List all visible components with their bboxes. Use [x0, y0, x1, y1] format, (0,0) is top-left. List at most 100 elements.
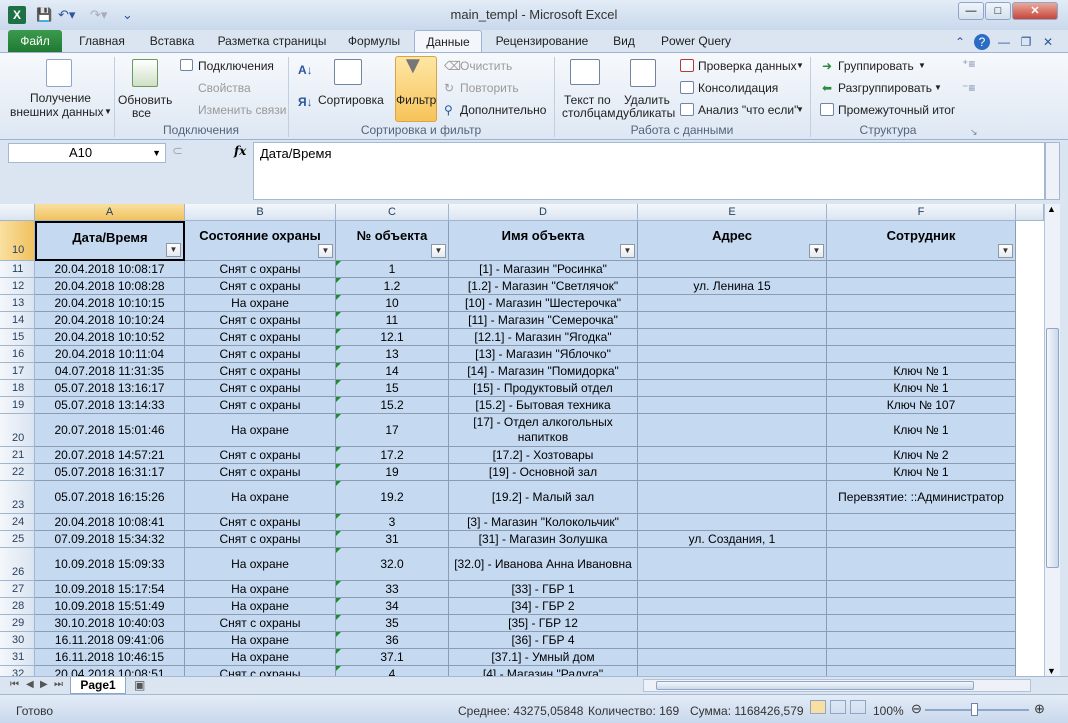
cell-object-no[interactable]: 14	[336, 363, 449, 380]
cell-status[interactable]: На охране	[185, 598, 336, 615]
cell-employee[interactable]	[827, 312, 1016, 329]
cell-status[interactable]: Снят с охраны	[185, 447, 336, 464]
row-header[interactable]: 16	[0, 346, 35, 363]
cell-object-no[interactable]: 3	[336, 514, 449, 531]
cell-object-no[interactable]: 37.1	[336, 649, 449, 666]
cell-address[interactable]	[638, 346, 827, 363]
cell-object-no[interactable]: 11	[336, 312, 449, 329]
cell-object-name[interactable]: [12.1] - Магазин "Ягодка"	[449, 329, 638, 346]
cell-object-name[interactable]: [19] - Основной зал	[449, 464, 638, 481]
cell-datetime[interactable]: 10.09.2018 15:09:33	[35, 548, 185, 581]
cell-object-no[interactable]: 13	[336, 346, 449, 363]
cell-object-no[interactable]: 17.2	[336, 447, 449, 464]
cell-status[interactable]: Снят с охраны	[185, 363, 336, 380]
cell-address[interactable]	[638, 261, 827, 278]
cell-object-name[interactable]: [1.2] - Магазин "Светлячок"	[449, 278, 638, 295]
scroll-down-icon[interactable]: ▼	[1047, 666, 1056, 676]
cell-object-name[interactable]: [13] - Магазин "Яблочко"	[449, 346, 638, 363]
row-header[interactable]: 11	[0, 261, 35, 278]
cell-object-no[interactable]: 12.1	[336, 329, 449, 346]
tab-page-layout[interactable]: Разметка страницы	[210, 30, 334, 52]
cell-object-no[interactable]: 15	[336, 380, 449, 397]
cell-status[interactable]: Снят с охраны	[185, 464, 336, 481]
cell-datetime[interactable]: 20.04.2018 10:10:15	[35, 295, 185, 312]
reapply-button[interactable]: Повторить	[460, 81, 519, 95]
cell-address[interactable]: ул. Ленина 15	[638, 278, 827, 295]
cell-employee[interactable]	[827, 649, 1016, 666]
cell-employee[interactable]	[827, 581, 1016, 598]
zoom-level[interactable]: 100%	[873, 704, 904, 718]
advanced-filter-button[interactable]: Дополнительно	[460, 103, 546, 117]
show-detail-icon[interactable]: ⁺≡	[962, 57, 975, 71]
horizontal-scroll-thumb[interactable]	[656, 681, 974, 690]
page-layout-view-icon[interactable]	[830, 700, 846, 714]
cell-datetime[interactable]: 20.04.2018 10:11:04	[35, 346, 185, 363]
cell-object-name[interactable]: [14] - Магазин "Помидорка"	[449, 363, 638, 380]
cell-datetime[interactable]: 20.04.2018 10:08:51	[35, 666, 185, 676]
cell-object-no[interactable]: 1.2	[336, 278, 449, 295]
cell-address[interactable]	[638, 514, 827, 531]
cell-datetime[interactable]: 20.04.2018 10:10:52	[35, 329, 185, 346]
header-cell-employee[interactable]: Сотрудник ▼	[827, 221, 1016, 261]
row-header[interactable]: 13	[0, 295, 35, 312]
row-header-10[interactable]: 10	[0, 221, 35, 261]
row-header[interactable]: 17	[0, 363, 35, 380]
cell-status[interactable]: Снят с охраны	[185, 312, 336, 329]
what-if-button[interactable]: Анализ "что если"	[698, 103, 798, 117]
column-header-a[interactable]: A	[35, 204, 185, 221]
header-cell-object-name[interactable]: Имя объекта ▼	[449, 221, 638, 261]
cell-object-name[interactable]: [32.0] - Иванова Анна Ивановна	[449, 548, 638, 581]
cell-object-name[interactable]: [1] - Магазин "Росинка"	[449, 261, 638, 278]
column-header-g[interactable]	[1016, 204, 1044, 221]
cell-object-name[interactable]: [35] - ГБР 12	[449, 615, 638, 632]
cell-employee[interactable]: Ключ № 107	[827, 397, 1016, 414]
column-header-b[interactable]: B	[185, 204, 336, 221]
zoom-in-icon[interactable]: ⊕	[1034, 701, 1045, 717]
window-close-icon[interactable]: ✕	[1040, 34, 1056, 50]
minimize-button[interactable]: —	[958, 2, 984, 20]
cell-object-no[interactable]: 17	[336, 414, 449, 447]
clear-filter-button[interactable]: Очистить	[460, 59, 512, 73]
filter-dropdown-icon[interactable]: ▼	[998, 244, 1013, 258]
formula-input[interactable]: Дата/Время	[253, 142, 1045, 200]
page-break-view-icon[interactable]	[850, 700, 866, 714]
cell-employee[interactable]	[827, 548, 1016, 581]
connections-button[interactable]: Подключения	[198, 59, 274, 73]
cell-datetime[interactable]: 05.07.2018 16:31:17	[35, 464, 185, 481]
cell-object-no[interactable]: 19.2	[336, 481, 449, 514]
insert-sheet-icon[interactable]: ▣	[134, 678, 145, 692]
dialog-launcher-icon[interactable]: ↘	[970, 125, 978, 139]
cell-object-no[interactable]: 1	[336, 261, 449, 278]
cell-status[interactable]: Снят с охраны	[185, 261, 336, 278]
cell-object-no[interactable]: 15.2	[336, 397, 449, 414]
filter-dropdown-icon[interactable]: ▼	[166, 243, 181, 257]
cell-object-no[interactable]: 31	[336, 531, 449, 548]
cell-employee[interactable]	[827, 346, 1016, 363]
edit-links-button[interactable]: Изменить связи	[198, 103, 286, 117]
tab-home[interactable]: Главная	[70, 30, 134, 52]
cell-address[interactable]	[638, 548, 827, 581]
cell-address[interactable]	[638, 464, 827, 481]
cell-status[interactable]: Снят с охраны	[185, 666, 336, 676]
cell-object-name[interactable]: [4] - Магазин "Радуга"	[449, 666, 638, 676]
cell-address[interactable]	[638, 666, 827, 676]
ungroup-button[interactable]: Разгруппировать	[838, 81, 932, 95]
cell-datetime[interactable]: 10.09.2018 15:51:49	[35, 598, 185, 615]
header-cell-status[interactable]: Состояние охраны ▼	[185, 221, 336, 261]
sheet-nav-prev-icon[interactable]: ◀	[26, 679, 34, 690]
cell-status[interactable]: На охране	[185, 481, 336, 514]
resize-handle-icon[interactable]: ⊂	[172, 143, 183, 159]
cell-address[interactable]	[638, 598, 827, 615]
normal-view-icon[interactable]	[810, 700, 826, 714]
cell-object-no[interactable]: 34	[336, 598, 449, 615]
cell-object-name[interactable]: [36] - ГБР 4	[449, 632, 638, 649]
cell-object-name[interactable]: [37.1] - Умный дом	[449, 649, 638, 666]
cell-employee[interactable]	[827, 514, 1016, 531]
cell-address[interactable]	[638, 581, 827, 598]
row-header[interactable]: 25	[0, 531, 35, 548]
cell-datetime[interactable]: 04.07.2018 11:31:35	[35, 363, 185, 380]
cell-datetime[interactable]: 16.11.2018 09:41:06	[35, 632, 185, 649]
cell-employee[interactable]: Ключ № 1	[827, 414, 1016, 447]
cell-employee[interactable]: Ключ № 1	[827, 380, 1016, 397]
cell-datetime[interactable]: 05.07.2018 16:15:26	[35, 481, 185, 514]
